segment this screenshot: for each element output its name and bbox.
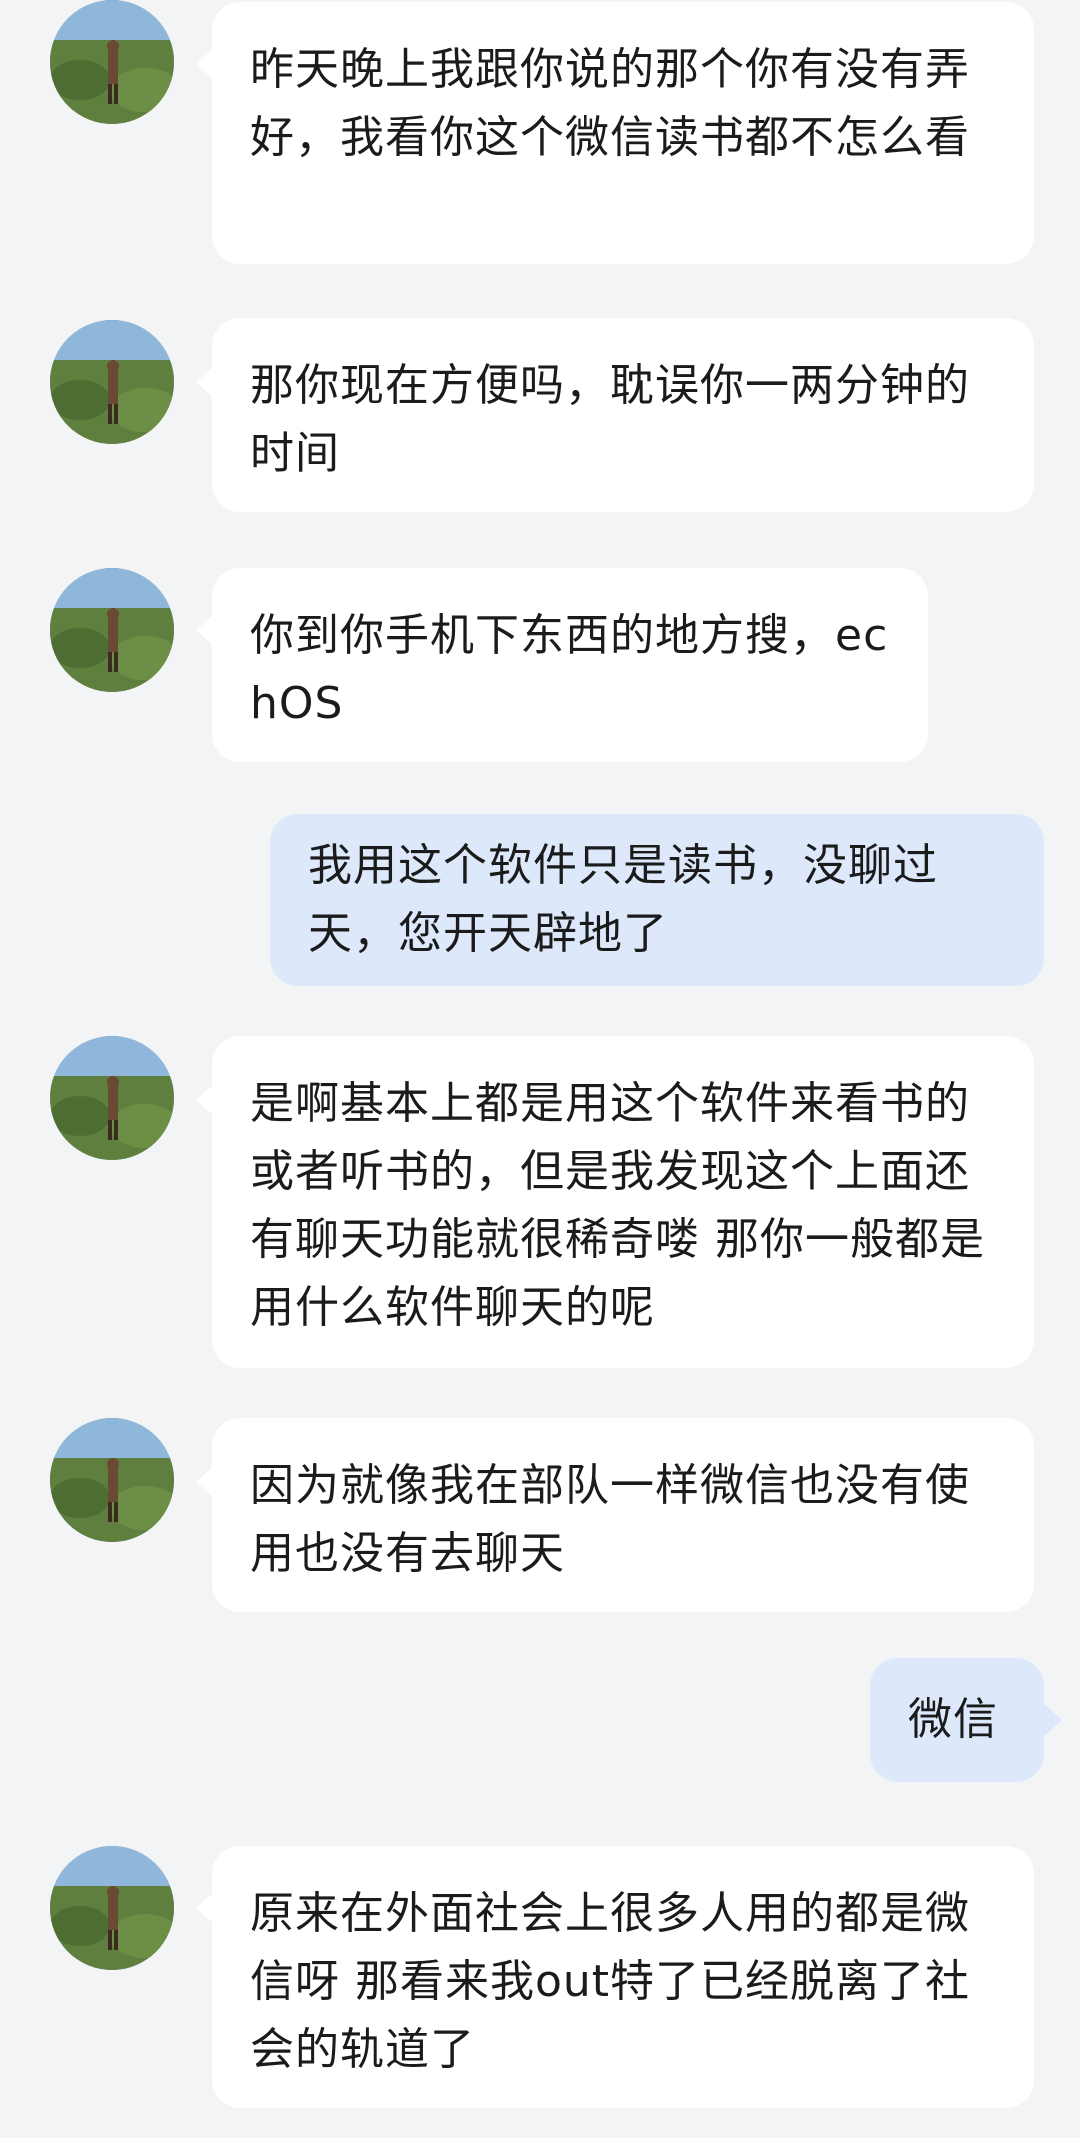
chat-thread: 昨天晚上我跟你说的那个你有没有弄好，我看你这个微信读书都不怎么看 那你现在方便吗… <box>0 0 1080 2138</box>
contact-avatar[interactable] <box>50 320 174 444</box>
avatar-photo-icon <box>50 320 174 444</box>
bubble-tail <box>1044 1704 1062 1736</box>
message-bubble-incoming[interactable]: 你到你手机下东西的地方搜，echOS <box>212 568 928 762</box>
message-bubble-incoming[interactable]: 因为就像我在部队一样微信也没有使用也没有去聊天 <box>212 1418 1034 1612</box>
avatar-photo-icon <box>50 568 174 692</box>
message-bubble-outgoing[interactable]: 我用这个软件只是读书，没聊过天，您开天辟地了 <box>270 814 1044 986</box>
contact-avatar[interactable] <box>50 1846 174 1970</box>
contact-avatar[interactable] <box>50 1418 174 1542</box>
message-bubble-incoming[interactable]: 昨天晚上我跟你说的那个你有没有弄好，我看你这个微信读书都不怎么看 <box>212 2 1034 264</box>
avatar-photo-icon <box>50 1846 174 1970</box>
contact-avatar[interactable] <box>50 0 174 124</box>
contact-avatar[interactable] <box>50 568 174 692</box>
message-bubble-incoming[interactable]: 原来在外面社会上很多人用的都是微信呀 那看来我out特了已经脱离了社会的轨道了 <box>212 1846 1034 2108</box>
contact-avatar[interactable] <box>50 1036 174 1160</box>
avatar-photo-icon <box>50 0 174 124</box>
message-bubble-incoming[interactable]: 是啊基本上都是用这个软件来看书的或者听书的，但是我发现这个上面还有聊天功能就很稀… <box>212 1036 1034 1368</box>
avatar-photo-icon <box>50 1036 174 1160</box>
avatar-photo-icon <box>50 1418 174 1542</box>
message-bubble-incoming[interactable]: 那你现在方便吗，耽误你一两分钟的时间 <box>212 318 1034 512</box>
message-bubble-outgoing[interactable]: 微信 <box>870 1658 1044 1782</box>
